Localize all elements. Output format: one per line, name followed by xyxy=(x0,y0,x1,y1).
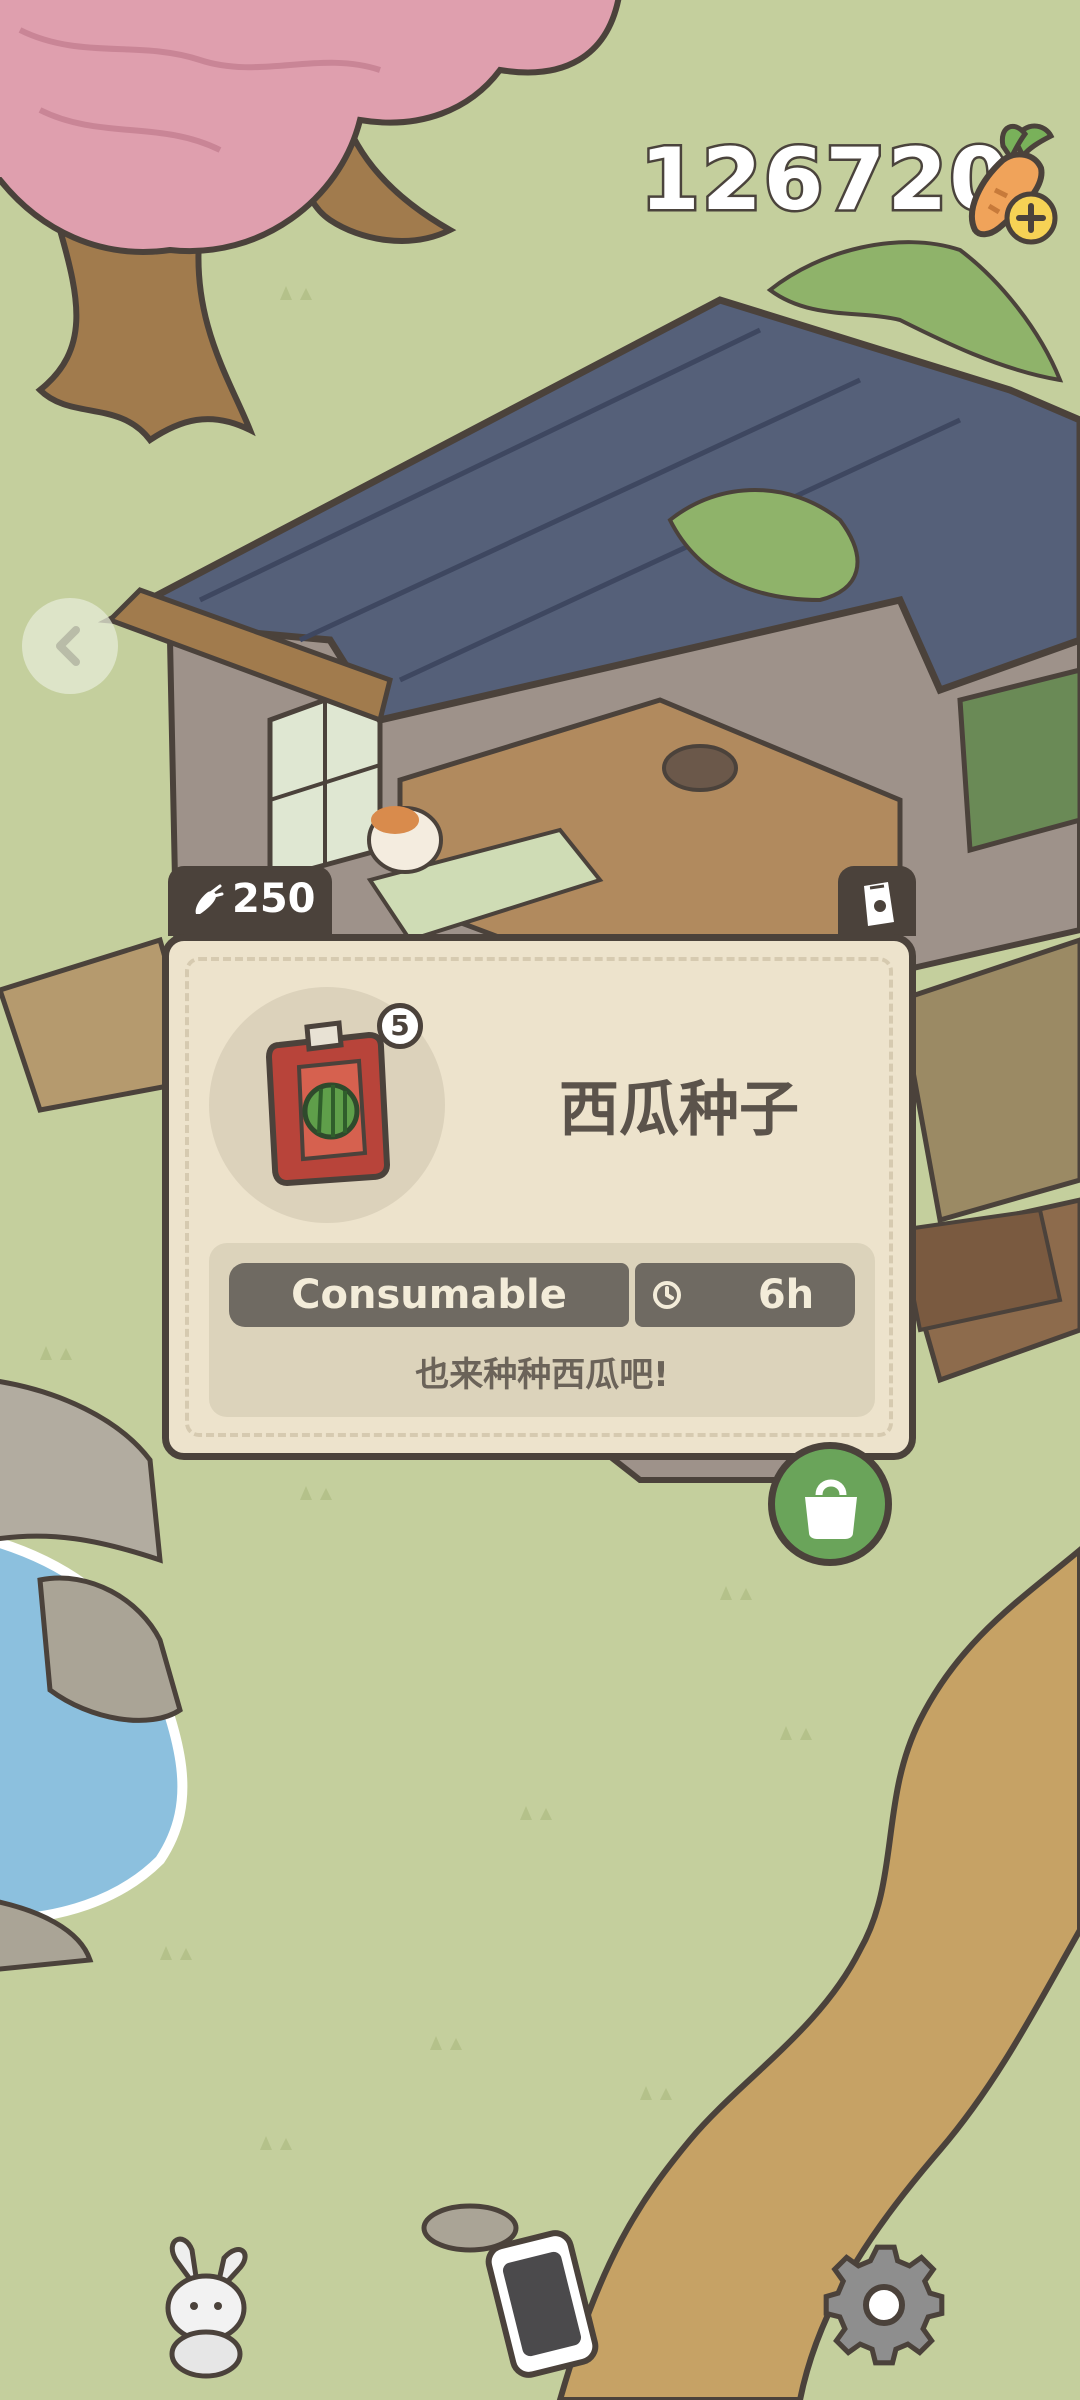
grow-time-badge: 6h xyxy=(635,1263,855,1327)
price-value: 250 xyxy=(232,876,316,922)
carrot-balance-value: 126720 xyxy=(638,128,1012,233)
item-info-popup: 5 西瓜种子 Consumable 6h 也来种种西瓜吧! xyxy=(162,934,916,1460)
carrot-plus-icon[interactable] xyxy=(955,120,1065,250)
carrot-icon xyxy=(195,884,224,914)
phone-icon xyxy=(485,2230,599,2378)
shopping-bag-icon xyxy=(805,1479,857,1539)
carrot-balance: 126720 xyxy=(638,120,1060,250)
item-type-badge: Consumable xyxy=(229,1263,629,1327)
nav-settings-button[interactable] xyxy=(814,2230,954,2380)
quantity-badge: 5 xyxy=(377,1003,423,1049)
bunny-plush-icon xyxy=(165,2236,248,2379)
item-name: 西瓜种子 xyxy=(559,1075,799,1145)
item-description: 也来种种西瓜吧! xyxy=(415,1355,669,1395)
price-tag: 250 xyxy=(168,866,332,936)
nav-phone-button[interactable] xyxy=(470,2220,620,2390)
shop-bag-button[interactable] xyxy=(768,1442,892,1566)
clock-icon xyxy=(653,1281,681,1309)
back-button[interactable] xyxy=(22,598,118,694)
item-details: Consumable 6h 也来种种西瓜吧! xyxy=(209,1243,875,1417)
nav-bunny-button[interactable] xyxy=(134,2230,274,2380)
bag-tab[interactable] xyxy=(838,866,916,936)
seed-bag-icon xyxy=(864,882,894,926)
grow-time-value: 6h xyxy=(757,1272,815,1318)
gear-icon xyxy=(823,2244,945,2366)
chevron-left-icon xyxy=(56,626,80,666)
